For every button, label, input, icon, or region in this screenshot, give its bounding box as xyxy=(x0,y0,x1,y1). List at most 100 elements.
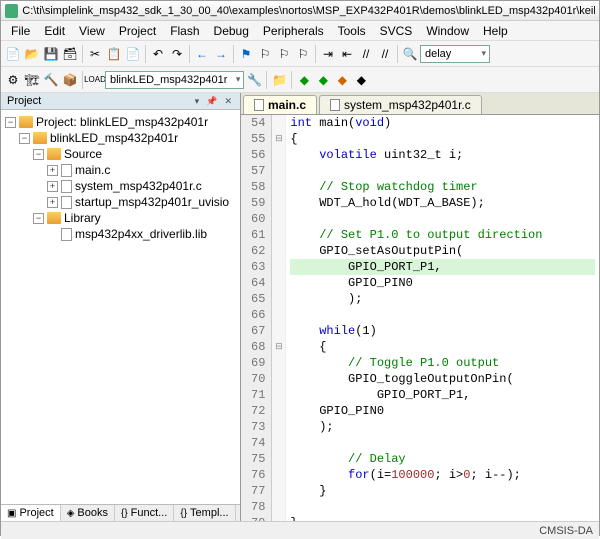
tree-node[interactable]: +startup_msp432p401r_uvisio xyxy=(3,194,238,210)
tree-node[interactable]: +main.c xyxy=(3,162,238,178)
code-line[interactable]: GPIO_toggleOutputOnPin( xyxy=(290,371,595,387)
bookmark-icon[interactable]: ⚑ xyxy=(237,45,255,63)
bookmark-next-icon[interactable]: ⚐ xyxy=(275,45,293,63)
menu-debug[interactable]: Debug xyxy=(208,22,255,40)
code-line[interactable]: ); xyxy=(290,291,595,307)
menu-view[interactable]: View xyxy=(73,22,111,40)
batch-build-icon[interactable]: 📦 xyxy=(61,71,79,89)
tree-node[interactable]: −Library xyxy=(3,210,238,226)
code-line[interactable]: // Toggle P1.0 output xyxy=(290,355,595,371)
expand-icon[interactable]: + xyxy=(47,197,58,208)
target-combo[interactable]: blinkLED_msp432p401r xyxy=(105,71,244,89)
menu-help[interactable]: Help xyxy=(477,22,514,40)
new-icon[interactable]: 📄 xyxy=(4,45,22,63)
pack3-icon[interactable]: ◆ xyxy=(333,71,351,89)
project-tree[interactable]: −Project: blinkLED_msp432p401r−blinkLED_… xyxy=(1,110,240,504)
bookmark-prev-icon[interactable]: ⚐ xyxy=(256,45,274,63)
code-line[interactable]: GPIO_PORT_P1, xyxy=(290,259,595,275)
code-text[interactable]: int main(void){ volatile uint32_t i; // … xyxy=(286,115,599,521)
pack4-icon[interactable]: ◆ xyxy=(352,71,370,89)
copy-icon[interactable]: 📋 xyxy=(105,45,123,63)
menu-svcs[interactable]: SVCS xyxy=(374,22,419,40)
code-line[interactable]: { xyxy=(290,131,595,147)
code-line[interactable]: } xyxy=(290,483,595,499)
uncomment-icon[interactable]: // xyxy=(376,45,394,63)
expand-icon[interactable]: − xyxy=(19,133,30,144)
panel-pin-icon[interactable]: 📌 xyxy=(204,96,219,106)
save-icon[interactable]: 💾 xyxy=(42,45,60,63)
code-line[interactable]: while(1) xyxy=(290,323,595,339)
comment-icon[interactable]: // xyxy=(357,45,375,63)
code-line[interactable]: volatile uint32_t i; xyxy=(290,147,595,163)
code-line[interactable]: // Delay xyxy=(290,451,595,467)
find-icon[interactable]: 🔍 xyxy=(401,45,419,63)
indent-icon[interactable]: ⇥ xyxy=(319,45,337,63)
code-line[interactable]: GPIO_PORT_P1, xyxy=(290,387,595,403)
download-icon[interactable]: LOAD xyxy=(86,71,104,89)
build-icon[interactable]: ⚙ xyxy=(4,71,22,89)
code-line[interactable]: ); xyxy=(290,419,595,435)
menu-window[interactable]: Window xyxy=(420,22,475,40)
pack-icon[interactable]: ◆ xyxy=(295,71,313,89)
expand-icon[interactable]: + xyxy=(47,181,58,192)
code-line[interactable] xyxy=(290,499,595,515)
options-icon[interactable]: 🔧 xyxy=(245,71,263,89)
paste-icon[interactable]: 📄 xyxy=(124,45,142,63)
tree-node[interactable]: −Source xyxy=(3,146,238,162)
panel-tab-funct[interactable]: {}Funct... xyxy=(115,505,174,521)
menu-tools[interactable]: Tools xyxy=(332,22,372,40)
panel-tab-books[interactable]: ◈Books xyxy=(61,505,115,521)
menu-file[interactable]: File xyxy=(5,22,36,40)
tree-node[interactable]: −blinkLED_msp432p401r xyxy=(3,130,238,146)
menu-project[interactable]: Project xyxy=(113,22,162,40)
bookmark-clear-icon[interactable]: ⚐ xyxy=(294,45,312,63)
code-line[interactable]: { xyxy=(290,339,595,355)
panel-close-icon[interactable]: ✕ xyxy=(222,96,234,106)
nav-back-icon[interactable]: ← xyxy=(193,45,211,63)
menu-flash[interactable]: Flash xyxy=(164,22,205,40)
code-line[interactable]: // Stop watchdog timer xyxy=(290,179,595,195)
rebuild-icon[interactable]: 🔨 xyxy=(42,71,60,89)
panel-tab-project[interactable]: ▣Project xyxy=(1,505,61,521)
fold-column[interactable]: ⊟⊟ xyxy=(272,115,286,521)
expand-icon[interactable]: − xyxy=(33,213,44,224)
menu-edit[interactable]: Edit xyxy=(38,22,71,40)
code-line[interactable]: GPIO_PIN0 xyxy=(290,403,595,419)
find-combo[interactable]: delay xyxy=(420,45,490,63)
outdent-icon[interactable]: ⇤ xyxy=(338,45,356,63)
code-line[interactable]: // Set P1.0 to output direction xyxy=(290,227,595,243)
file-tab[interactable]: system_msp432p401r.c xyxy=(319,95,482,114)
code-line[interactable]: GPIO_PIN0 xyxy=(290,275,595,291)
panel-dropdown-icon[interactable]: ▾ xyxy=(193,96,202,106)
code-line[interactable]: GPIO_setAsOutputPin( xyxy=(290,243,595,259)
code-line[interactable]: WDT_A_hold(WDT_A_BASE); xyxy=(290,195,595,211)
panel-tab-templ[interactable]: {}Templ... xyxy=(174,505,235,521)
file-tab[interactable]: main.c xyxy=(243,95,317,114)
code-line[interactable] xyxy=(290,307,595,323)
code-line[interactable]: int main(void) xyxy=(290,115,595,131)
manage-icon[interactable]: 📁 xyxy=(270,71,288,89)
code-line[interactable] xyxy=(290,435,595,451)
tree-node[interactable]: −Project: blinkLED_msp432p401r xyxy=(3,114,238,130)
expand-icon[interactable]: − xyxy=(5,117,16,128)
expand-icon[interactable]: − xyxy=(33,149,44,160)
pack2-icon[interactable]: ◆ xyxy=(314,71,332,89)
editor-area: main.csystem_msp432p401r.c 5455565758596… xyxy=(241,93,599,521)
undo-icon[interactable]: ↶ xyxy=(149,45,167,63)
code-line[interactable]: } xyxy=(290,515,595,521)
expand-icon[interactable]: + xyxy=(47,165,58,176)
redo-icon[interactable]: ↷ xyxy=(168,45,186,63)
nav-fwd-icon[interactable]: → xyxy=(212,45,230,63)
code-line[interactable] xyxy=(290,163,595,179)
code-line[interactable] xyxy=(290,211,595,227)
menu-peripherals[interactable]: Peripherals xyxy=(257,22,330,40)
open-icon[interactable]: 📂 xyxy=(23,45,41,63)
cut-icon[interactable]: ✂ xyxy=(86,45,104,63)
expand-icon[interactable] xyxy=(47,229,58,240)
tree-node[interactable]: msp432p4xx_driverlib.lib xyxy=(3,226,238,242)
tree-node[interactable]: +system_msp432p401r.c xyxy=(3,178,238,194)
save-all-icon[interactable]: 🗃 xyxy=(61,45,79,63)
code-line[interactable]: for(i=100000; i>0; i--); xyxy=(290,467,595,483)
build-all-icon[interactable]: 🏗 xyxy=(23,71,41,89)
code-area[interactable]: 5455565758596061626364656667686970717273… xyxy=(241,115,599,521)
